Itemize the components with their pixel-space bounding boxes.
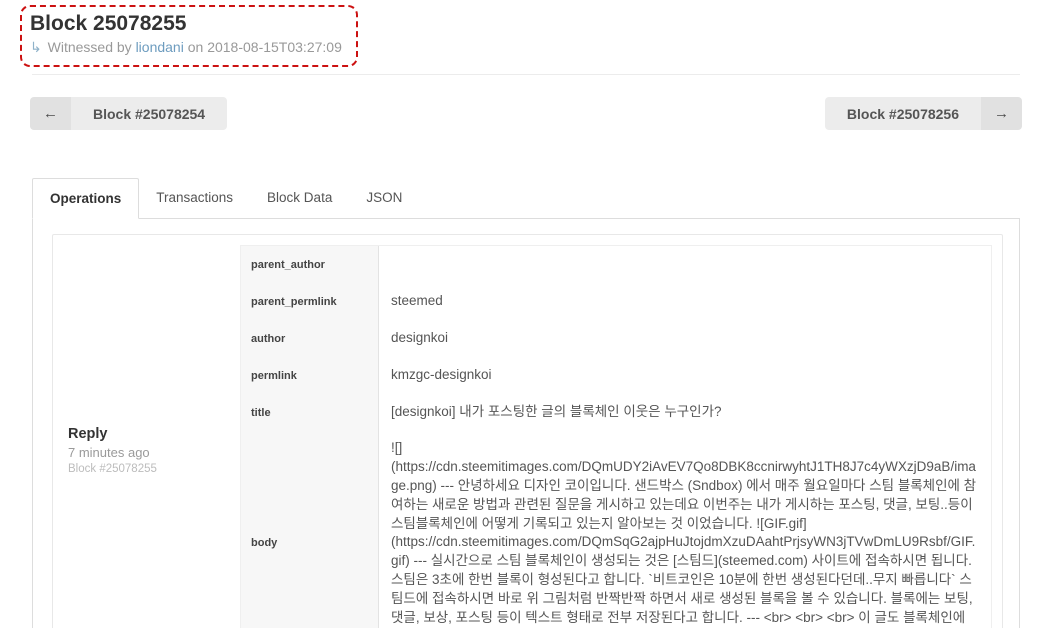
next-block-button[interactable]: Block #25078256 → <box>824 97 1022 130</box>
field-key: permlink <box>241 357 379 394</box>
tab-transactions[interactable]: Transactions <box>139 178 250 218</box>
table-row: permlink kmzgc-designkoi <box>241 357 991 394</box>
operation-age: 7 minutes ago <box>68 444 150 460</box>
field-value: designkoi <box>391 330 449 346</box>
operations-panel: Reply 7 minutes ago Block #25078255 pare… <box>32 219 1020 628</box>
witness-prefix: Witnessed by <box>47 39 132 55</box>
prev-block-button[interactable]: ← Block #25078254 <box>30 97 228 130</box>
field-key: title <box>241 394 379 431</box>
tab-bar: Operations Transactions Block Data JSON <box>32 178 1020 219</box>
operation-block-link[interactable]: Block #25078255 <box>68 463 240 475</box>
table-row: parent_author <box>241 246 991 283</box>
field-value <box>379 246 991 283</box>
operation-type: Reply <box>68 425 108 442</box>
prev-block-label: Block #25078254 <box>71 97 228 130</box>
field-key: parent_permlink <box>241 283 379 320</box>
page-header: Block 25078255 ↳ Witnessed by liondani o… <box>0 0 1052 67</box>
field-key: body <box>241 431 379 628</box>
arrow-left-icon: ← <box>30 97 71 130</box>
arrow-right-icon: → <box>981 97 1022 130</box>
header-divider <box>32 74 1020 75</box>
field-value: steemed <box>391 293 443 309</box>
block-timestamp: 2018-08-15T03:27:09 <box>207 39 342 55</box>
operation-fields-table: parent_author parent_permlink steemed au… <box>240 245 992 628</box>
block-nav: ← Block #25078254 Block #25078256 → <box>30 97 1022 130</box>
table-row: author designkoi <box>241 320 991 357</box>
tab-json[interactable]: JSON <box>349 178 419 218</box>
witness-joiner: on <box>187 39 204 55</box>
witness-link[interactable]: liondani <box>136 39 184 55</box>
field-value: kmzgc-designkoi <box>391 367 492 383</box>
table-row: title [designkoi] 내가 포스팅한 글의 블록체인 이웃은 누구… <box>241 394 991 431</box>
table-row: parent_permlink steemed <box>241 283 991 320</box>
operation-summary: Reply 7 minutes ago Block #25078255 <box>63 245 240 628</box>
operation-card: Reply 7 minutes ago Block #25078255 pare… <box>52 234 1003 628</box>
block-detail-section: Operations Transactions Block Data JSON … <box>32 178 1020 628</box>
table-row: body ![](https://cdn.steemitimages.com/D… <box>241 431 991 628</box>
tab-block-data[interactable]: Block Data <box>250 178 349 218</box>
field-key: parent_author <box>241 246 379 283</box>
field-value: [designkoi] 내가 포스팅한 글의 블록체인 이웃은 누구인가? <box>391 404 722 420</box>
field-value: ![](https://cdn.steemitimages.com/DQmUDY… <box>391 440 977 626</box>
field-key: author <box>241 320 379 357</box>
witness-line: ↳ Witnessed by liondani on 2018-08-15T03… <box>30 39 342 56</box>
corner-arrow-icon: ↳ <box>30 39 42 55</box>
next-block-label: Block #25078256 <box>824 97 981 130</box>
page-title: Block 25078255 <box>30 12 187 35</box>
tab-operations[interactable]: Operations <box>32 178 140 219</box>
annotation-highlight: Block 25078255 ↳ Witnessed by liondani o… <box>20 5 358 67</box>
